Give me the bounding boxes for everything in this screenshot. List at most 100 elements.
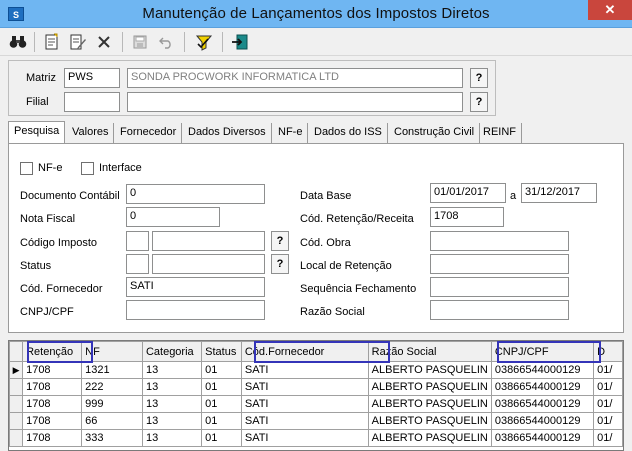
results-grid[interactable]: Retenção NF Categoria Status Cód.Fornece… xyxy=(8,340,624,451)
delete-icon[interactable] xyxy=(94,32,114,52)
tab-dados-iss[interactable]: Dados do ISS xyxy=(309,123,388,143)
edit-icon[interactable] xyxy=(68,32,88,52)
table-row[interactable]: 1708 222 13 01 SATI ALBERTO PASQUELIN 03… xyxy=(9,378,623,396)
filial-lookup-button[interactable]: ? xyxy=(470,92,488,112)
cell-nf[interactable]: 333 xyxy=(81,429,143,447)
cell-cnpj-cpf[interactable]: 03866544000129 xyxy=(490,378,595,396)
filter-icon[interactable] xyxy=(194,32,214,52)
cell-categoria[interactable]: 13 xyxy=(141,378,203,396)
cod-fornecedor-field[interactable]: SATI xyxy=(126,277,265,297)
column-header-status[interactable]: Status xyxy=(201,341,242,362)
filial-code-field[interactable] xyxy=(64,92,120,112)
nfe-checkbox[interactable] xyxy=(20,162,33,175)
cell-nf[interactable]: 222 xyxy=(81,378,143,396)
sequencia-fechamento-label: Sequência Fechamento xyxy=(300,283,417,295)
cell-retencao[interactable]: 1708 xyxy=(22,395,83,413)
table-row[interactable]: 1708 66 13 01 SATI ALBERTO PASQUELIN 038… xyxy=(9,412,623,430)
cell-retencao[interactable]: 1708 xyxy=(22,378,83,396)
cell-razao-social[interactable]: ALBERTO PASQUELIN xyxy=(367,361,492,379)
column-header-cnpj-cpf[interactable]: CNPJ/CPF xyxy=(490,341,595,362)
cell-categoria[interactable]: 13 xyxy=(141,361,203,379)
cell-retencao[interactable]: 1708 xyxy=(22,412,83,430)
codigo-imposto-desc-field[interactable] xyxy=(152,231,265,251)
cell-nf[interactable]: 999 xyxy=(81,395,143,413)
codigo-imposto-lookup-button[interactable]: ? xyxy=(271,231,289,251)
title-bar[interactable]: S Manutenção de Lançamentos dos Impostos… xyxy=(0,0,632,28)
cell-nf[interactable]: 66 xyxy=(81,412,143,430)
close-button[interactable]: ✕ xyxy=(588,0,632,20)
tab-nfe[interactable]: NF-e xyxy=(273,123,309,143)
status-desc-field[interactable] xyxy=(152,254,265,274)
tab-construcao-civil[interactable]: Construção Civil xyxy=(389,123,481,143)
cell-d[interactable]: 01/ xyxy=(593,412,623,430)
column-header-retencao[interactable]: Retenção xyxy=(22,341,83,362)
cell-cod-fornecedor[interactable]: SATI xyxy=(240,378,369,396)
filial-name-field[interactable] xyxy=(127,92,463,112)
table-row[interactable]: 1708 999 13 01 SATI ALBERTO PASQUELIN 03… xyxy=(9,395,623,413)
tab-reinf[interactable]: REINF xyxy=(478,123,522,143)
table-row[interactable]: 1708 333 13 01 SATI ALBERTO PASQUELIN 03… xyxy=(9,429,623,447)
cod-retencao-field[interactable]: 1708 xyxy=(430,207,504,227)
matriz-name-field[interactable]: SONDA PROCWORK INFORMATICA LTD xyxy=(127,68,463,88)
column-header-d[interactable]: D xyxy=(593,341,623,362)
column-header-cod-fornecedor[interactable]: Cód.Fornecedor xyxy=(240,341,369,362)
cell-cod-fornecedor[interactable]: SATI xyxy=(240,429,369,447)
cell-status[interactable]: 01 xyxy=(201,378,242,396)
cell-categoria[interactable]: 13 xyxy=(141,429,203,447)
save-icon[interactable] xyxy=(130,32,150,52)
undo-icon[interactable] xyxy=(156,32,176,52)
cell-cod-fornecedor[interactable]: SATI xyxy=(240,412,369,430)
cell-cnpj-cpf[interactable]: 03866544000129 xyxy=(490,395,595,413)
local-retencao-field[interactable] xyxy=(430,254,569,274)
cell-categoria[interactable]: 13 xyxy=(141,395,203,413)
cell-retencao[interactable]: 1708 xyxy=(22,361,83,379)
cell-status[interactable]: 01 xyxy=(201,412,242,430)
cod-obra-field[interactable] xyxy=(430,231,569,251)
cell-nf[interactable]: 1321 xyxy=(81,361,143,379)
cell-cnpj-cpf[interactable]: 03866544000129 xyxy=(490,412,595,430)
tab-pesquisa[interactable]: Pesquisa xyxy=(8,121,66,143)
status-code-field[interactable] xyxy=(126,254,149,274)
row-indicator xyxy=(9,429,24,447)
cell-cod-fornecedor[interactable]: SATI xyxy=(240,395,369,413)
cell-status[interactable]: 01 xyxy=(201,429,242,447)
nota-fiscal-field[interactable]: 0 xyxy=(126,207,220,227)
cell-razao-social[interactable]: ALBERTO PASQUELIN xyxy=(367,412,492,430)
cell-cnpj-cpf[interactable]: 03866544000129 xyxy=(490,429,595,447)
cell-d[interactable]: 01/ xyxy=(593,361,623,379)
status-lookup-button[interactable]: ? xyxy=(271,254,289,274)
cell-d[interactable]: 01/ xyxy=(593,378,623,396)
data-base-to-field[interactable]: 31/12/2017 xyxy=(521,183,597,203)
cell-razao-social[interactable]: ALBERTO PASQUELIN xyxy=(367,429,492,447)
tab-fornecedor[interactable]: Fornecedor xyxy=(115,123,183,143)
table-row[interactable]: ▶ 1708 1321 13 01 SATI ALBERTO PASQUELIN… xyxy=(9,361,623,379)
matriz-code-field[interactable]: PWS xyxy=(64,68,120,88)
cnpj-field[interactable] xyxy=(126,300,265,320)
column-header-razao-social[interactable]: Razão Social xyxy=(367,341,492,362)
interface-checkbox[interactable] xyxy=(81,162,94,175)
tab-valores[interactable]: Valores xyxy=(67,123,115,143)
documento-contabil-field[interactable]: 0 xyxy=(126,184,265,204)
tab-dados-diversos[interactable]: Dados Diversos xyxy=(183,123,272,143)
cod-obra-label: Cód. Obra xyxy=(300,237,351,249)
exit-icon[interactable] xyxy=(230,32,250,52)
binoculars-icon[interactable] xyxy=(8,32,28,52)
cell-cod-fornecedor[interactable]: SATI xyxy=(240,361,369,379)
razao-social-field[interactable] xyxy=(430,300,569,320)
cell-status[interactable]: 01 xyxy=(201,361,242,379)
cell-razao-social[interactable]: ALBERTO PASQUELIN xyxy=(367,395,492,413)
new-document-icon[interactable] xyxy=(42,32,62,52)
sequencia-fechamento-field[interactable] xyxy=(430,277,569,297)
cell-d[interactable]: 01/ xyxy=(593,395,623,413)
cell-categoria[interactable]: 13 xyxy=(141,412,203,430)
column-header-categoria[interactable]: Categoria xyxy=(141,341,203,362)
codigo-imposto-code-field[interactable] xyxy=(126,231,149,251)
matriz-lookup-button[interactable]: ? xyxy=(470,68,488,88)
cell-d[interactable]: 01/ xyxy=(593,429,623,447)
cell-cnpj-cpf[interactable]: 03866544000129 xyxy=(490,361,595,379)
cell-razao-social[interactable]: ALBERTO PASQUELIN xyxy=(367,378,492,396)
cell-retencao[interactable]: 1708 xyxy=(22,429,83,447)
column-header-nf[interactable]: NF xyxy=(81,341,143,362)
data-base-from-field[interactable]: 01/01/2017 xyxy=(430,183,506,203)
cell-status[interactable]: 01 xyxy=(201,395,242,413)
